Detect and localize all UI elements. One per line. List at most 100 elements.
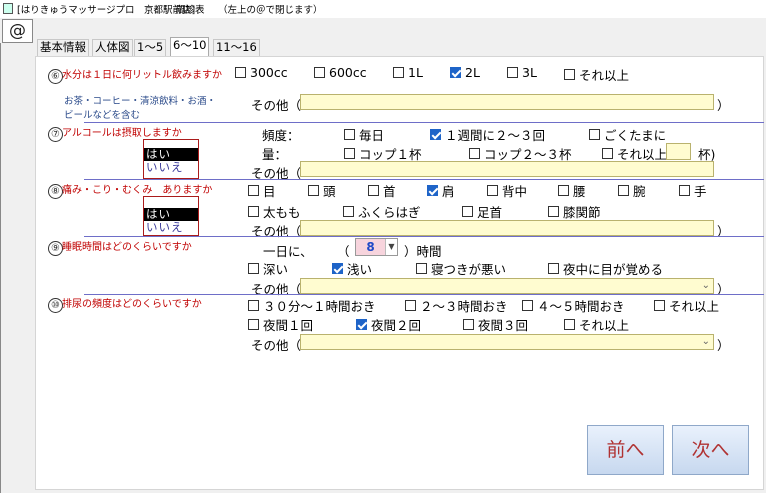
q9-open-paren: （	[337, 244, 350, 259]
checkbox-icon	[507, 67, 518, 78]
checkbox-icon	[522, 300, 533, 311]
q10-other-select[interactable]: ⌄	[300, 334, 714, 350]
checkbox-icon	[618, 185, 629, 196]
q10-day-4-5h[interactable]: ４～５時間おき	[522, 296, 625, 315]
q10-day-more[interactable]: それ以上	[654, 296, 719, 315]
q9-question: 睡眠時間はどのくらいですか	[62, 242, 192, 253]
screen-title: 問診表	[176, 5, 205, 16]
q7-amount-label: 量：	[262, 147, 288, 162]
checkbox-icon	[654, 300, 665, 311]
q7-frequency-weekly[interactable]: １週間に２～３回	[430, 125, 545, 144]
q6-other-field[interactable]	[300, 94, 714, 110]
checkbox-icon	[589, 129, 600, 140]
q8-part-calf[interactable]: ふくらはぎ	[343, 202, 421, 221]
app-title: [はりきゅうマッサージプロ 京都駅前店]	[17, 5, 196, 16]
q6-option-1l[interactable]: 1L	[393, 65, 423, 80]
q9-quality-shallow[interactable]: 浅い	[332, 259, 372, 278]
checkbox-checked-icon	[430, 129, 441, 140]
q6-option-more[interactable]: それ以上	[564, 65, 629, 84]
q8-question: 痛み・こり・むくみ ありますか	[62, 185, 213, 196]
q8-part-shoulder[interactable]: 肩	[427, 181, 455, 200]
checkbox-icon	[469, 148, 480, 159]
checkbox-icon	[248, 300, 259, 311]
q6-note-line2: ビールなどを含む	[64, 110, 141, 121]
q10-night-twice[interactable]: 夜間２回	[356, 315, 421, 334]
checkbox-icon	[248, 319, 259, 330]
close-hint: （左上の＠で閉じます）	[218, 5, 323, 16]
q6-number: ⑥	[48, 69, 63, 84]
q9-quality-hard-to-sleep[interactable]: 寝つきが悪い	[416, 259, 506, 278]
q10-day-30min-1h[interactable]: ３０分～１時間おき	[248, 296, 376, 315]
q10-number: ⑩	[48, 298, 63, 313]
next-button[interactable]: 次へ	[672, 425, 749, 475]
q8-other-field[interactable]	[300, 220, 714, 236]
tab-1-5[interactable]: 1～5	[134, 39, 167, 56]
q8-part-neck[interactable]: 首	[368, 181, 396, 200]
q8-part-back[interactable]: 背中	[487, 181, 527, 200]
tab-11-16[interactable]: 11～16	[213, 39, 260, 56]
q9-quality-deep[interactable]: 深い	[248, 259, 288, 278]
q8-part-ankle[interactable]: 足首	[462, 202, 502, 221]
checkbox-icon	[248, 263, 259, 274]
tab-basic-info[interactable]: 基本情報	[37, 39, 89, 56]
q8-part-knee[interactable]: 膝関節	[548, 202, 601, 221]
q9-per-day-label: 一日に、	[263, 244, 313, 259]
q6-option-300cc[interactable]: 300cc	[235, 65, 288, 80]
checkbox-icon	[344, 148, 355, 159]
chevron-down-icon[interactable]: ⌄	[702, 280, 710, 291]
q10-close-paren: ）	[717, 338, 730, 353]
q6-option-3l[interactable]: 3L	[507, 65, 537, 80]
q7-frequency-daily[interactable]: 毎日	[344, 125, 384, 144]
checkbox-icon	[487, 185, 498, 196]
q8-part-arm[interactable]: 腕	[618, 181, 646, 200]
chevron-down-icon[interactable]: ▼	[385, 239, 397, 255]
title-bar: [はりきゅうマッサージプロ 京都駅前店] 問診表 （左上の＠で閉じます）	[0, 0, 766, 18]
q10-night-three[interactable]: 夜間３回	[463, 315, 528, 334]
checkbox-icon	[393, 67, 404, 78]
q10-night-more[interactable]: それ以上	[564, 315, 629, 334]
checkbox-icon	[248, 185, 259, 196]
q7-other-field[interactable]	[300, 161, 714, 177]
checkbox-icon	[248, 206, 259, 217]
q8-answer-list[interactable]: はい いいえ	[143, 196, 199, 236]
tab-6-10[interactable]: 6～10	[170, 37, 210, 56]
q9-number: ⑨	[48, 241, 63, 256]
prev-button[interactable]: 前へ	[587, 425, 664, 475]
q10-day-2-3h[interactable]: ２～３時間おき	[405, 296, 508, 315]
q6-option-2l[interactable]: 2L	[450, 65, 480, 80]
q8-close-paren: ）	[717, 224, 730, 239]
q8-answer-no[interactable]: いいえ	[144, 221, 198, 234]
divider	[84, 122, 764, 123]
q6-option-600cc[interactable]: 600cc	[314, 65, 367, 80]
checkbox-icon	[564, 69, 575, 80]
q10-night-once[interactable]: 夜間１回	[248, 315, 313, 334]
q7-answer-list[interactable]: はい いいえ	[143, 139, 199, 179]
q6-note-line1: お茶・コーヒー・清涼飲料・お酒・	[64, 96, 217, 107]
checkbox-icon	[344, 129, 355, 140]
checkbox-icon	[462, 206, 473, 217]
divider	[84, 236, 764, 237]
q7-frequency-rarely[interactable]: ごくたまに	[589, 125, 666, 144]
q6-close-paren: ）	[717, 98, 730, 113]
q8-part-lower-back[interactable]: 腰	[558, 181, 586, 200]
q8-part-hand[interactable]: 手	[679, 181, 707, 200]
q10-other-label: その他（	[251, 338, 302, 353]
checkbox-icon	[308, 185, 319, 196]
q9-quality-wake-at-night[interactable]: 夜中に目が覚める	[548, 259, 663, 278]
questionnaire-panel: ⑥ 水分は１日に何リットル飲みますか お茶・コーヒー・清涼飲料・お酒・ ビールな…	[35, 56, 764, 490]
q8-part-head[interactable]: 頭	[308, 181, 336, 200]
q8-part-eyes[interactable]: 目	[248, 181, 276, 200]
chevron-down-icon[interactable]: ⌄	[702, 336, 710, 347]
q9-other-select[interactable]: ⌄	[300, 278, 714, 294]
checkbox-icon	[463, 319, 474, 330]
tab-body-chart[interactable]: 人体図	[92, 39, 133, 56]
q7-answer-no[interactable]: いいえ	[144, 161, 198, 174]
divider	[84, 179, 764, 180]
q7-cups-field[interactable]	[666, 143, 691, 160]
q9-hours-select[interactable]: 8 ▼	[355, 238, 398, 256]
close-at-button[interactable]: @	[2, 19, 33, 43]
q9-hours-unit: ）時間	[404, 244, 442, 259]
checkbox-checked-icon	[332, 263, 343, 274]
q8-part-thigh[interactable]: 太もも	[248, 202, 301, 221]
checkbox-icon	[602, 148, 613, 159]
